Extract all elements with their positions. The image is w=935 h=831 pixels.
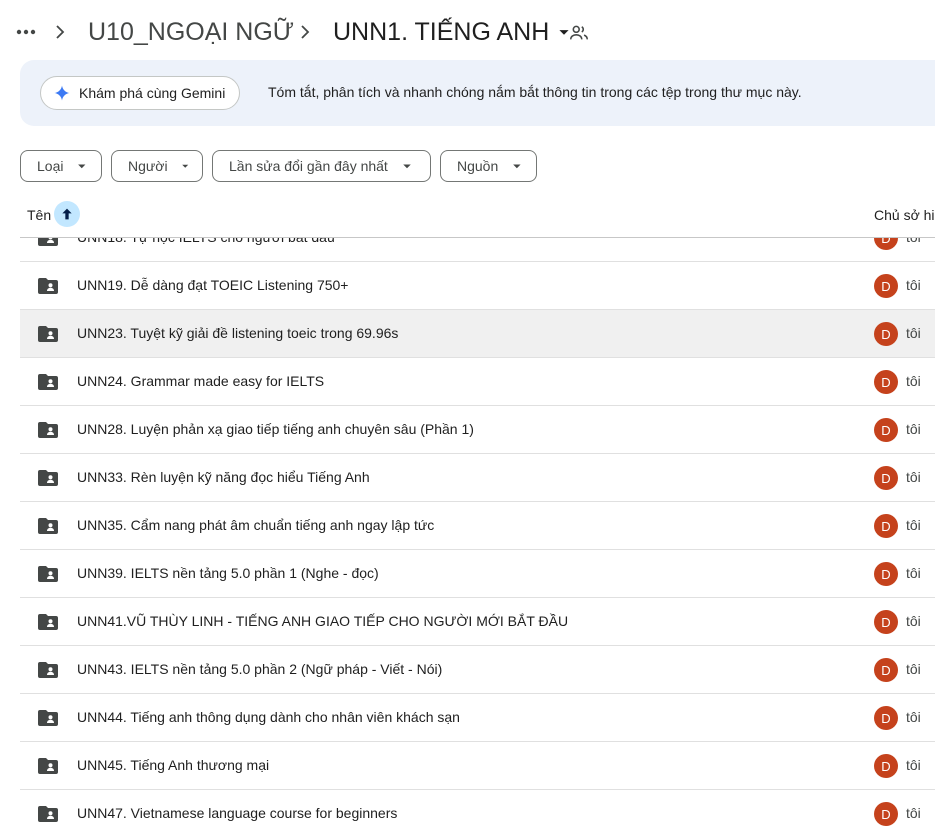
- folder-name: UNN28. Luyện phản xạ giao tiếp tiếng anh…: [77, 421, 474, 437]
- filter-modified-label: Lần sửa đổi gần đây nhất: [229, 158, 388, 174]
- owner-avatar: D: [874, 370, 898, 394]
- folder-row[interactable]: UNN44. Tiếng anh thông dụng dành cho nhâ…: [20, 694, 935, 742]
- folder-name: UNN23. Tuyệt kỹ giải đề listening toeic …: [77, 325, 399, 341]
- shared-folder-icon: [38, 806, 58, 822]
- shared-folder-icon: [38, 374, 58, 390]
- gemini-sparkle-icon: [54, 85, 70, 101]
- column-header: Tên Chủ sở hi: [20, 197, 935, 238]
- arrow-drop-down-icon: [403, 164, 411, 169]
- folder-row[interactable]: UNN47. Vietnamese language course for be…: [20, 790, 935, 831]
- folder-name: UNN24. Grammar made easy for IELTS: [77, 373, 325, 389]
- owner-avatar: D: [874, 322, 898, 346]
- explore-gemini-label: Khám phá cùng Gemini: [79, 85, 226, 101]
- shared-folder-icon: [38, 470, 58, 486]
- owner-name: tôi: [906, 421, 921, 437]
- owner-name: tôi: [906, 709, 921, 725]
- arrow-upward-icon: [62, 208, 72, 220]
- filter-source-chip[interactable]: Nguồn: [440, 150, 537, 182]
- owner-avatar: D: [874, 274, 898, 298]
- owner-name: tôi: [906, 805, 921, 821]
- breadcrumb-current-label: UNN1. TIẾNG ANH: [333, 18, 550, 46]
- folder-row[interactable]: UNN39. IELTS nền tảng 5.0 phần 1 (Nghe -…: [20, 550, 935, 598]
- breadcrumb-parent[interactable]: U10_NGOẠI NGỮ: [88, 16, 294, 48]
- owner-avatar: D: [874, 466, 898, 490]
- chevron-right-icon: [301, 25, 310, 39]
- filter-bar: Loại Người Lần sửa đổi gần đây nhất Nguồ…: [20, 150, 546, 182]
- filter-modified-chip[interactable]: Lần sửa đổi gần đây nhất: [212, 150, 431, 182]
- column-owner-header[interactable]: Chủ sở hi: [874, 207, 935, 223]
- owner-name: tôi: [906, 613, 921, 629]
- more-horiz-icon[interactable]: [12, 18, 40, 46]
- filter-type-chip[interactable]: Loại: [20, 150, 102, 182]
- owner-name: tôi: [906, 661, 921, 677]
- owner-avatar: D: [874, 658, 898, 682]
- owner-name: tôi: [906, 565, 921, 581]
- shared-folder-icon: [38, 662, 58, 678]
- filter-people-chip[interactable]: Người: [111, 150, 203, 182]
- folder-row[interactable]: UNN33. Rèn luyện kỹ năng đọc hiểu Tiếng …: [20, 454, 935, 502]
- folder-row[interactable]: UNN24. Grammar made easy for IELTS D tôi: [20, 358, 935, 406]
- arrow-drop-down-icon: [513, 164, 521, 169]
- folder-row[interactable]: UNN45. Tiếng Anh thương mại D tôi: [20, 742, 935, 790]
- folder-row[interactable]: UNN23. Tuyệt kỹ giải đề listening toeic …: [20, 310, 935, 358]
- folder-name: UNN18. Tự học IELTS cho người bắt đầu: [77, 238, 335, 245]
- folder-row[interactable]: UNN43. IELTS nền tảng 5.0 phần 2 (Ngữ ph…: [20, 646, 935, 694]
- shared-folder-people-icon[interactable]: [568, 22, 590, 44]
- owner-avatar: D: [874, 706, 898, 730]
- folder-row[interactable]: UNN28. Luyện phản xạ giao tiếp tiếng anh…: [20, 406, 935, 454]
- filter-people-label: Người: [128, 158, 168, 174]
- owner-name: tôi: [906, 757, 921, 773]
- explore-gemini-button[interactable]: Khám phá cùng Gemini: [40, 76, 241, 110]
- folder-row[interactable]: UNN19. Dễ dàng đạt TOEIC Listening 750+ …: [20, 262, 935, 310]
- shared-folder-icon: [38, 614, 58, 630]
- shared-folder-icon: [38, 518, 58, 534]
- folder-row[interactable]: UNN18. Tự học IELTS cho người bắt đầu D …: [20, 238, 935, 262]
- owner-name: tôi: [906, 325, 921, 341]
- folder-name: UNN45. Tiếng Anh thương mại: [77, 757, 270, 773]
- folder-name: UNN39. IELTS nền tảng 5.0 phần 1 (Nghe -…: [77, 565, 379, 581]
- owner-avatar: D: [874, 418, 898, 442]
- column-name-header[interactable]: Tên: [27, 207, 51, 223]
- file-list: UNN18. Tự học IELTS cho người bắt đầu D …: [20, 238, 935, 831]
- shared-folder-icon: [38, 326, 58, 342]
- owner-name: tôi: [906, 469, 921, 485]
- folder-name: UNN19. Dễ dàng đạt TOEIC Listening 750+: [77, 277, 349, 293]
- folder-name: UNN44. Tiếng anh thông dụng dành cho nhâ…: [77, 709, 460, 725]
- owner-avatar: D: [874, 238, 898, 250]
- owner-avatar: D: [874, 562, 898, 586]
- breadcrumb: U10_NGOẠI NGỮ UNN1. TIẾNG ANH: [0, 0, 935, 64]
- owner-avatar: D: [874, 610, 898, 634]
- folder-name: UNN47. Vietnamese language course for be…: [77, 805, 398, 821]
- owner-name: tôi: [906, 277, 921, 293]
- shared-folder-icon: [38, 710, 58, 726]
- sort-ascending-button[interactable]: [54, 201, 80, 227]
- shared-folder-icon: [38, 238, 58, 246]
- shared-folder-icon: [38, 422, 58, 438]
- filter-source-label: Nguồn: [457, 158, 499, 174]
- filter-type-label: Loại: [37, 158, 64, 174]
- gemini-description: Tóm tắt, phân tích và nhanh chóng nắm bắ…: [268, 84, 802, 100]
- owner-name: tôi: [906, 517, 921, 533]
- folder-row[interactable]: UNN35. Cẩm nang phát âm chuẩn tiếng anh …: [20, 502, 935, 550]
- owner-name: tôi: [906, 373, 921, 389]
- chevron-right-icon: [56, 25, 65, 39]
- folder-name: UNN41.VŨ THÙY LINH - TIẾNG ANH GIAO TIẾP…: [77, 613, 569, 629]
- folder-name: UNN35. Cẩm nang phát âm chuẩn tiếng anh …: [77, 517, 435, 533]
- gemini-banner: Khám phá cùng Gemini Tóm tắt, phân tích …: [20, 60, 935, 126]
- shared-folder-icon: [38, 758, 58, 774]
- folder-name: UNN43. IELTS nền tảng 5.0 phần 2 (Ngữ ph…: [77, 661, 443, 677]
- folder-row[interactable]: UNN41.VŨ THÙY LINH - TIẾNG ANH GIAO TIẾP…: [20, 598, 935, 646]
- shared-folder-icon: [38, 278, 58, 294]
- breadcrumb-current[interactable]: UNN1. TIẾNG ANH: [333, 16, 575, 48]
- owner-avatar: D: [874, 754, 898, 778]
- shared-folder-icon: [38, 566, 58, 582]
- owner-name: tôi: [906, 238, 921, 245]
- folder-name: UNN33. Rèn luyện kỹ năng đọc hiểu Tiếng …: [77, 469, 370, 485]
- arrow-drop-down-icon: [78, 164, 86, 169]
- arrow-drop-down-icon: [181, 164, 188, 168]
- owner-avatar: D: [874, 514, 898, 538]
- owner-avatar: D: [874, 802, 898, 826]
